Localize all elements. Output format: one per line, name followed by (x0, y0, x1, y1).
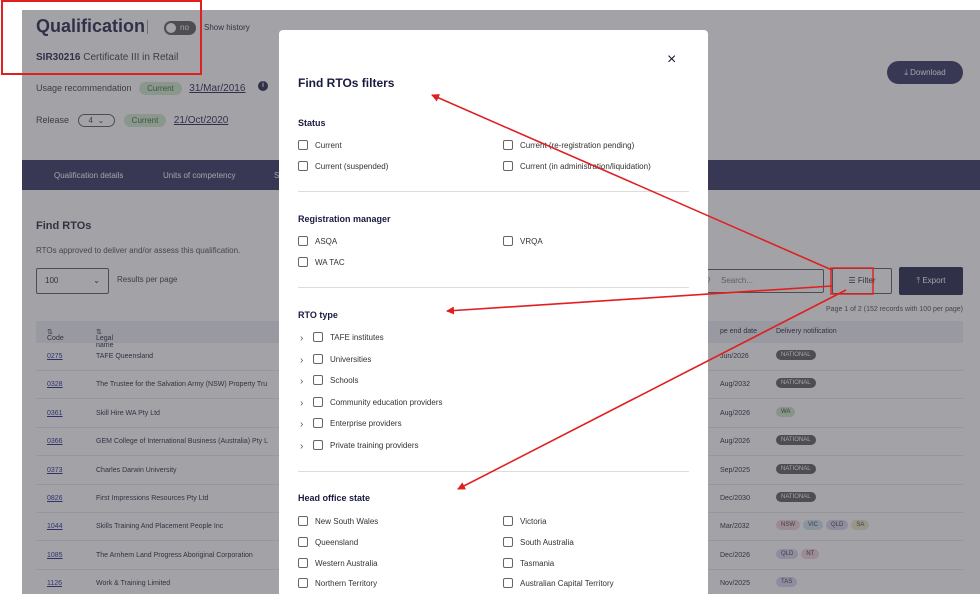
arrow-to-head-office (457, 289, 847, 490)
screenshot-stage: Qualification no Show history SIR30216 C… (0, 0, 980, 594)
filter-highlight (830, 267, 874, 295)
arrow-to-title (431, 94, 833, 271)
annotation-arrows (431, 94, 874, 490)
arrow-to-rto-type (446, 285, 833, 315)
